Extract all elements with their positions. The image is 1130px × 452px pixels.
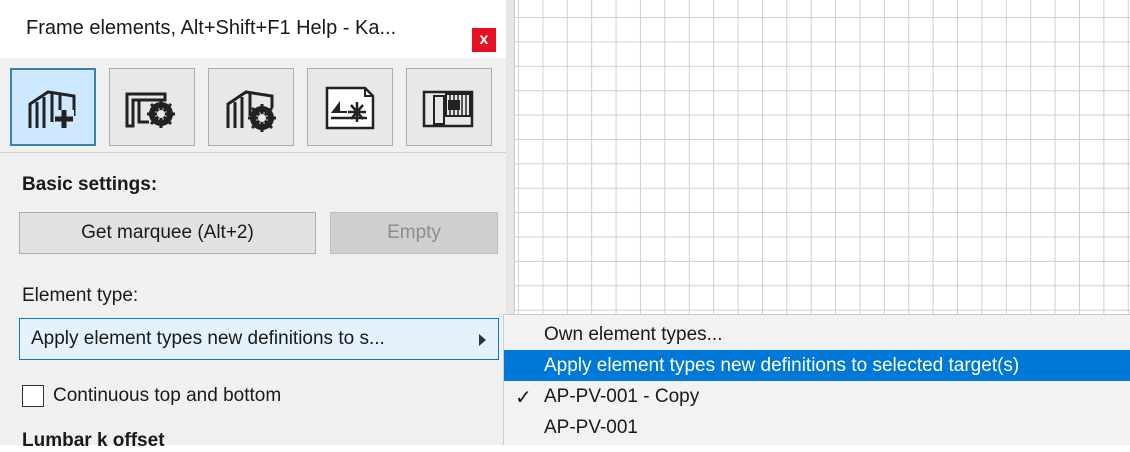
drawing-asterisk-icon xyxy=(325,86,375,130)
menu-item-label: AP-PV-001 xyxy=(544,417,638,438)
empty-button: Empty xyxy=(330,212,498,254)
close-button[interactable]: x xyxy=(472,28,496,52)
element-type-dropdown[interactable]: Apply element types new definitions to s… xyxy=(19,318,499,360)
element-type-selected: Apply element types new definitions to s… xyxy=(31,328,385,349)
tool-frame-settings[interactable] xyxy=(109,68,195,146)
menu-item-apply-new-definitions[interactable]: Apply element types new definitions to s… xyxy=(504,350,1130,381)
frame-elements-palette: Frame elements, Alt+Shift+F1 Help - Ka..… xyxy=(0,0,506,451)
checkmark-icon: ✓ xyxy=(515,387,532,409)
element-type-menu: Own element types... Apply element types… xyxy=(503,314,1130,445)
menu-item-label: AP-PV-001 - Copy xyxy=(544,386,700,407)
element-type-label: Element type: xyxy=(22,285,139,306)
submenu-arrow-icon xyxy=(479,334,486,346)
close-icon: x xyxy=(479,31,489,48)
menu-item-label: Apply element types new definitions to s… xyxy=(544,355,1020,376)
palette-title: Frame elements, Alt+Shift+F1 Help - Ka..… xyxy=(26,17,397,39)
continuous-label: Continuous top and bottom xyxy=(53,385,282,406)
palette-toolbar xyxy=(0,58,506,153)
menu-item-label: Own element types... xyxy=(544,324,723,345)
menu-item-ap-pv-001[interactable]: AP-PV-001 xyxy=(504,412,1130,443)
continuous-top-bottom-option[interactable]: Continuous top and bottom xyxy=(22,382,281,410)
palette-titlebar: Frame elements, Alt+Shift+F1 Help - Ka..… xyxy=(0,0,506,58)
tool-frame-element-settings[interactable] xyxy=(208,68,294,146)
frame-element-gear-icon xyxy=(226,90,276,132)
tool-drawing-marker[interactable] xyxy=(307,68,393,146)
frame-add-icon xyxy=(28,90,76,128)
partial-section-label: Lumbar k offset xyxy=(22,430,165,451)
panel-view-icon xyxy=(422,90,474,128)
tool-new-frame-element[interactable] xyxy=(10,68,96,146)
continuous-checkbox[interactable] xyxy=(22,385,44,407)
menu-item-own-element-types[interactable]: Own element types... xyxy=(504,319,1130,350)
menu-item-ap-pv-001-copy[interactable]: ✓ AP-PV-001 - Copy xyxy=(504,381,1130,412)
frame-gear-icon xyxy=(125,92,175,128)
basic-settings-label: Basic settings: xyxy=(22,174,158,195)
tool-panel-view[interactable] xyxy=(406,68,492,146)
get-marquee-button[interactable]: Get marquee (Alt+2) xyxy=(19,212,316,254)
